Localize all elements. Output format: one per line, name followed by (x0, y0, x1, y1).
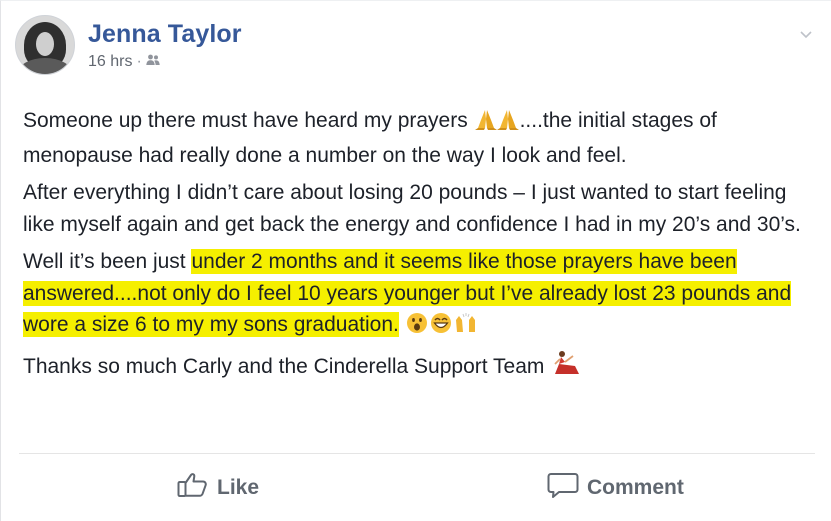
paragraph-text: Well it’s been just (23, 250, 192, 273)
raising-hands-icon (454, 312, 478, 344)
separator-dot: · (136, 53, 142, 70)
avatar[interactable] (15, 15, 75, 75)
post-meta: Jenna Taylor 16 hrs · (88, 19, 242, 71)
post-body: Someone up there must have heard my pray… (23, 105, 819, 391)
post-header: Jenna Taylor 16 hrs · (15, 15, 242, 75)
post-subline: 16 hrs · (88, 53, 242, 71)
post-timestamp[interactable]: 16 hrs (88, 53, 132, 71)
post-paragraph-4: Thanks so much Carly and the Cinderella … (23, 350, 819, 386)
comment-bubble-icon (547, 471, 579, 505)
surprised-face-icon (406, 312, 428, 344)
actions-divider (19, 453, 815, 454)
comment-button[interactable]: Comment (547, 467, 684, 509)
facebook-post: Jenna Taylor 16 hrs · Someone up there m… (0, 0, 831, 521)
post-paragraph-2: After everything I didn’t care about los… (23, 181, 801, 236)
paragraph-text: Thanks so much Carly and the Cinderella … (23, 354, 551, 378)
post-paragraph-1: Someone up there must have heard my pray… (23, 105, 819, 171)
dancer-icon (551, 350, 581, 386)
post-actions: Like Comment (1, 467, 831, 509)
post-paragraph-3: Well it’s been just under 2 months and i… (23, 246, 819, 344)
grinning-face-icon (430, 312, 452, 344)
author-name[interactable]: Jenna Taylor (88, 19, 242, 49)
like-button[interactable]: Like (177, 467, 259, 509)
friends-icon[interactable] (146, 53, 160, 71)
chevron-down-icon[interactable] (799, 27, 813, 41)
folded-hands-icon (474, 108, 519, 140)
thumbs-up-icon (177, 472, 209, 504)
paragraph-text: Someone up there must have heard my pray… (23, 109, 474, 132)
comment-label: Comment (587, 476, 684, 499)
like-label: Like (217, 476, 260, 499)
